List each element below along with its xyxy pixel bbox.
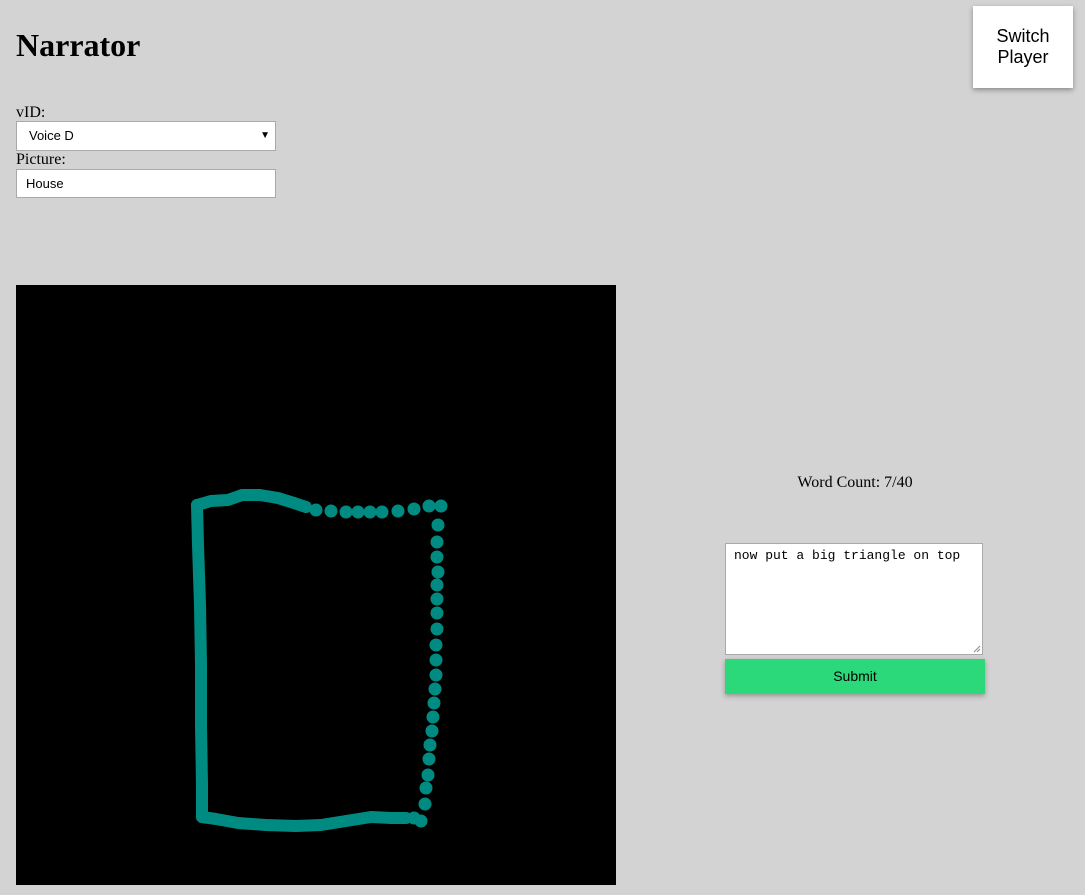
vid-select[interactable]: Voice D ▼ [16,121,276,151]
stroke-dot [430,550,444,564]
stroke-dot [430,578,444,592]
stroke-dot [425,724,439,738]
stroke-dot [431,518,445,532]
stroke-dot [429,668,443,682]
drawing-canvas[interactable] [16,285,616,885]
message-textarea[interactable]: now put a big triangle on top [725,543,983,655]
switch-player-button[interactable]: Switch Player [973,6,1073,88]
stroke-dot [363,505,377,519]
stroke-dot [427,696,441,710]
word-count: Word Count: 7/40 [797,474,913,491]
vid-label: vID: [16,104,46,121]
picture-label: Picture: [16,151,66,168]
stroke-dot [429,638,443,652]
page-title: Narrator [16,27,141,63]
stroke-dot [407,502,421,516]
stroke-left-side [191,499,208,823]
stroke-dot [430,592,444,606]
stroke-dot [375,505,389,519]
chevron-down-icon: ▼ [260,130,270,141]
stroke-top-left [191,489,312,513]
drawing-svg [191,489,448,832]
stroke-dot [309,503,323,517]
drawn-stroke [191,489,448,832]
stroke-dot [407,811,421,825]
stroke-dot [431,565,445,579]
resize-grip-icon[interactable] [973,645,981,653]
stroke-dot [423,738,437,752]
stroke-dot [430,535,444,549]
stroke-dot [339,505,353,519]
message-text: now put a big triangle on top [734,548,961,563]
stroke-dot [422,752,436,766]
picture-input[interactable]: House [16,169,276,198]
submit-button[interactable]: Submit [725,659,985,694]
stroke-dot [419,781,433,795]
stroke-dot [429,653,443,667]
stroke-dot [422,499,436,513]
stroke-dot [428,682,442,696]
stroke-dot [421,768,435,782]
stroke-dot [418,797,432,811]
stroke-dot [430,606,444,620]
stroke-dot [430,622,444,636]
stroke-dot [434,499,448,513]
stroke-bottom [196,811,412,832]
vid-selected-value: Voice D [29,128,74,143]
stroke-dot [391,504,405,518]
stroke-dot [351,505,365,519]
stroke-dot [426,710,440,724]
stroke-dot [324,504,338,518]
